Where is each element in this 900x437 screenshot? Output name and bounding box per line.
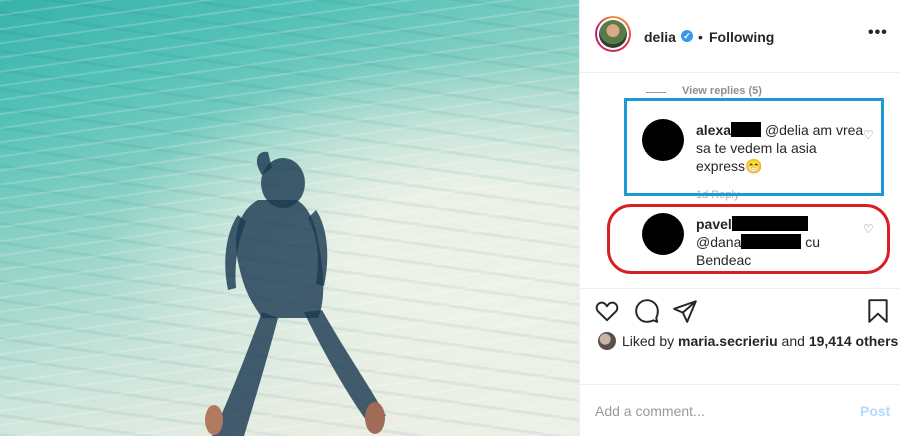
highlight-box-red xyxy=(607,204,890,274)
profile-avatar[interactable] xyxy=(595,16,631,52)
post-comment-button[interactable]: Post xyxy=(860,403,890,419)
likes-count[interactable]: 19,414 others xyxy=(809,333,899,349)
liker-avatar[interactable] xyxy=(598,332,616,350)
post-photo[interactable] xyxy=(0,0,579,436)
header-separator: • xyxy=(698,29,703,45)
replies-divider xyxy=(646,92,666,93)
bookmark-icon[interactable] xyxy=(865,298,891,324)
likes-text: Liked by maria.secrieriu and 19,414 othe… xyxy=(622,333,898,349)
following-button[interactable]: Following xyxy=(709,29,774,45)
post-actions-bar xyxy=(580,288,900,333)
liker-username[interactable]: maria.secrieriu xyxy=(678,333,778,349)
likes-summary: Liked by maria.secrieriu and 19,414 othe… xyxy=(580,330,900,352)
share-icon[interactable] xyxy=(672,298,698,324)
more-options-icon[interactable]: ••• xyxy=(868,24,888,42)
person-shadow xyxy=(205,151,386,436)
author-username[interactable]: delia xyxy=(644,29,676,45)
add-comment-bar: Post xyxy=(580,384,900,437)
likes-prefix: Liked by xyxy=(622,333,679,349)
likes-and: and xyxy=(777,333,809,349)
add-comment-input[interactable] xyxy=(595,401,825,421)
heart-icon[interactable] xyxy=(594,298,620,324)
highlight-box-blue xyxy=(624,98,884,196)
view-replies-button[interactable]: View replies (5) xyxy=(682,85,762,97)
post-header: delia ✓ • Following ••• xyxy=(580,0,900,73)
comment-icon[interactable] xyxy=(634,298,660,324)
verified-badge-icon: ✓ xyxy=(681,30,693,42)
